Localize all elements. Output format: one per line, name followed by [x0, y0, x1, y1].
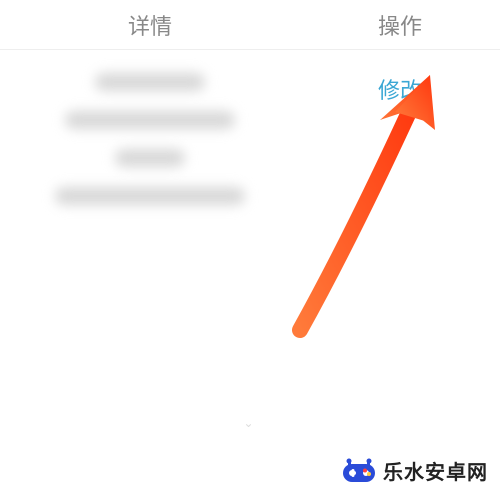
redacted-line [55, 187, 245, 205]
action-cell: 修改 [300, 68, 500, 210]
header-action: 操作 [300, 0, 500, 49]
ellipsis-icon: ⌄ [243, 416, 256, 430]
gamepad-icon [341, 452, 377, 488]
details-cell [0, 68, 300, 210]
redacted-line [115, 149, 185, 167]
watermark-text: 乐水安卓网 [383, 456, 488, 485]
modify-link[interactable]: 修改 [378, 73, 422, 210]
header-details: 详情 [0, 0, 300, 49]
table-row: 修改 [0, 50, 500, 210]
redacted-line [65, 111, 235, 129]
watermark: 乐水安卓网 [341, 452, 488, 488]
table-header: 详情 操作 [0, 0, 500, 50]
redacted-line [95, 73, 205, 91]
